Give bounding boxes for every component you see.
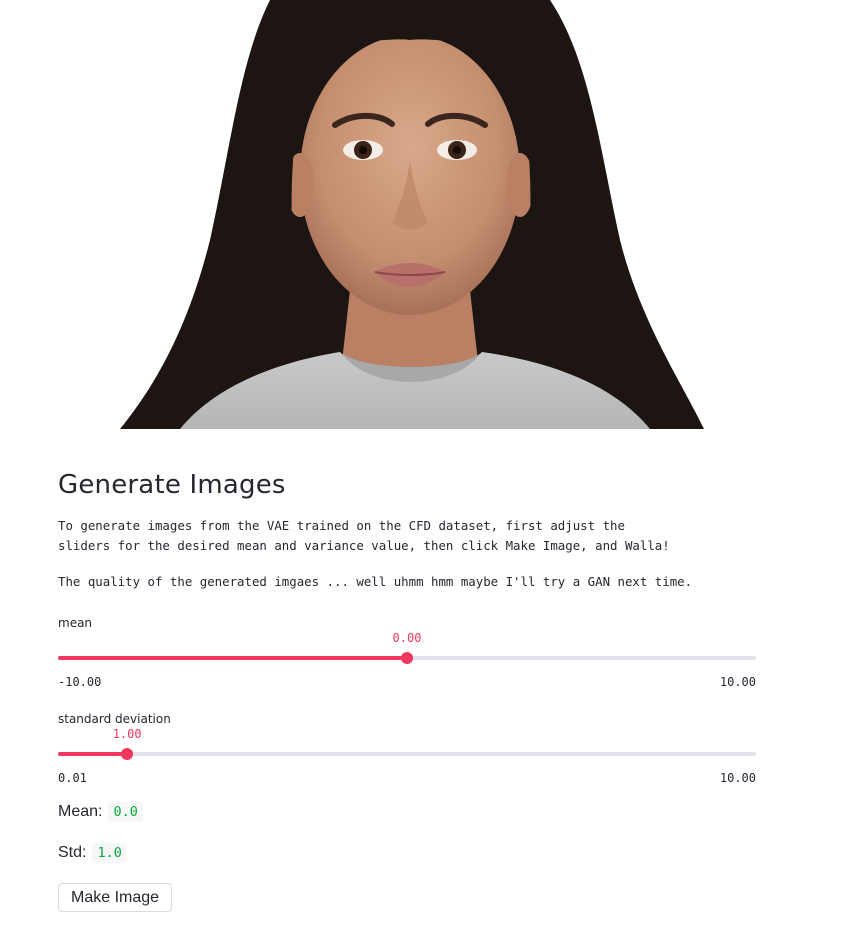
std-slider-fill: [58, 752, 128, 756]
description-text: To generate images from the VAE trained …: [58, 516, 670, 556]
mean-slider-fill: [58, 656, 407, 660]
portrait-illustration: [120, 0, 704, 429]
mean-slider-min: -10.00: [58, 675, 102, 689]
mean-slider-max: 10.00: [719, 675, 756, 689]
mean-slider-label: mean: [58, 616, 93, 630]
std-slider-min: 0.01: [58, 771, 87, 785]
std-slider-label: standard deviation: [58, 712, 171, 726]
portrait-image: [120, 0, 704, 429]
std-stat-value: 1.0: [92, 843, 127, 863]
mean-stat: Mean: 0.0: [58, 802, 143, 822]
std-slider-max: 10.00: [719, 771, 756, 785]
std-slider-value: 1.00: [112, 727, 142, 741]
std-slider-track[interactable]: [58, 752, 756, 756]
std-slider[interactable]: 1.00 0.01 10.00: [58, 727, 756, 785]
mean-slider-value: 0.00: [392, 631, 422, 645]
make-image-button[interactable]: Make Image: [58, 883, 173, 912]
mean-stat-value: 0.0: [108, 802, 143, 822]
description-line-2: sliders for the desired mean and varianc…: [58, 538, 670, 553]
mean-slider-thumb[interactable]: [401, 652, 413, 664]
mean-slider[interactable]: 0.00 -10.00 10.00: [58, 631, 756, 689]
page-title: Generate Images: [58, 470, 286, 500]
std-slider-thumb[interactable]: [121, 748, 134, 760]
mean-stat-label: Mean:: [58, 803, 103, 820]
std-stat: Std: 1.0: [58, 843, 127, 863]
quality-note: The quality of the generated imgaes ... …: [58, 574, 693, 589]
std-stat-label: Std:: [58, 844, 87, 861]
description-line-1: To generate images from the VAE trained …: [58, 518, 625, 533]
